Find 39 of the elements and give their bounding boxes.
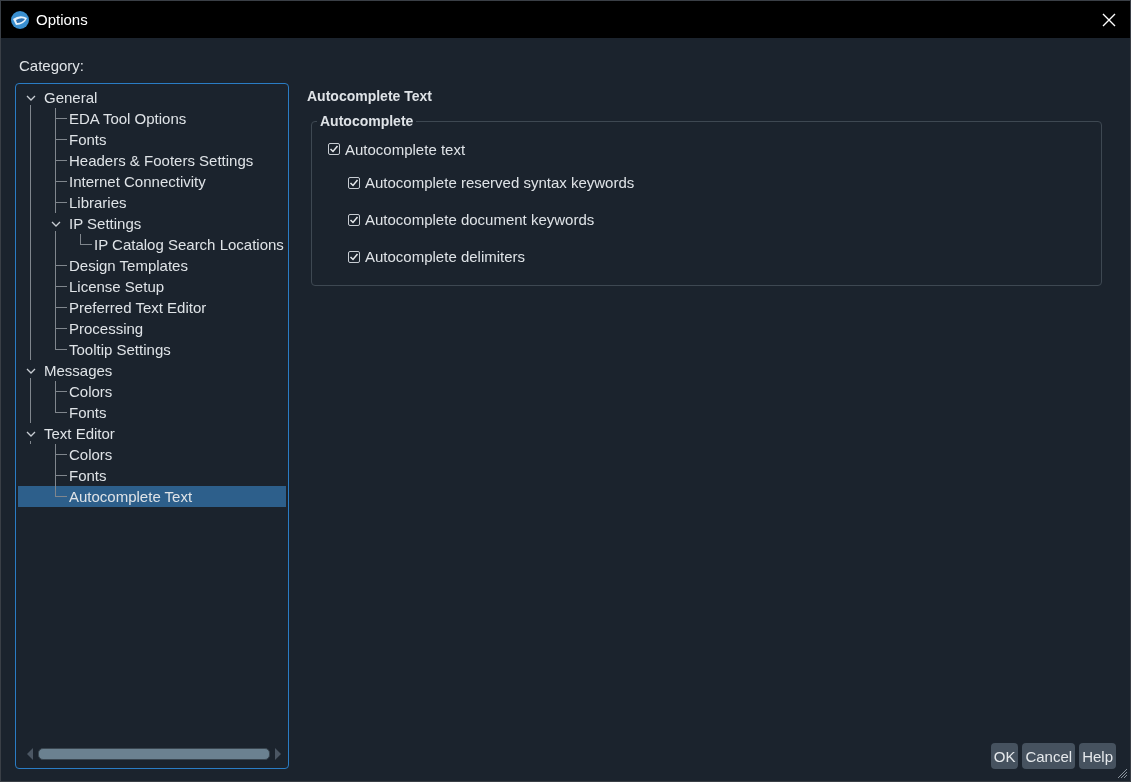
tree-item[interactable]: Libraries [18, 192, 286, 213]
page-title: Autocomplete Text [307, 88, 433, 104]
tree-item[interactable]: Colors [18, 444, 286, 465]
tree-item[interactable]: Autocomplete Text [18, 486, 286, 507]
tree-item[interactable]: Internet Connectivity [18, 171, 286, 192]
checkbox-option[interactable]: Autocomplete reserved syntax keywords [348, 174, 635, 191]
tree-item[interactable]: General [18, 87, 286, 108]
tree-item[interactable]: Fonts [18, 402, 286, 423]
checkbox[interactable] [348, 250, 360, 263]
tree-item[interactable]: Tooltip Settings [18, 339, 286, 360]
scrollbar-thumb[interactable] [38, 748, 270, 760]
tree-item[interactable]: IP Catalog Search Locations [18, 234, 286, 255]
tree-item[interactable]: Fonts [18, 465, 286, 486]
checkbox[interactable] [348, 176, 360, 189]
tree-item[interactable]: Processing [18, 318, 286, 339]
tree-item[interactable]: Fonts [18, 129, 286, 150]
tree-item[interactable]: EDA Tool Options [18, 108, 286, 129]
app-logo-icon [10, 9, 30, 30]
checkbox-option[interactable]: Autocomplete delimiters [348, 248, 526, 265]
tree-item[interactable]: License Setup [18, 276, 286, 297]
tree-item[interactable]: Messages [18, 360, 286, 381]
resize-grip-icon[interactable] [1118, 769, 1128, 779]
tree-item[interactable]: Headers & Footers Settings [18, 150, 286, 171]
checkbox-option[interactable]: Autocomplete text [328, 140, 466, 158]
close-icon[interactable] [1102, 12, 1116, 27]
tree-item[interactable]: Text Editor [18, 423, 286, 444]
checkbox-option[interactable]: Autocomplete document keywords [348, 211, 595, 228]
tree-item[interactable]: Design Templates [18, 255, 286, 276]
checkbox[interactable] [328, 143, 340, 155]
group-title: Autocomplete [317, 113, 417, 129]
tree-item[interactable]: Preferred Text Editor [18, 297, 286, 318]
category-label: Category: [19, 57, 86, 74]
tree-item[interactable]: IP Settings [18, 213, 286, 234]
checkbox[interactable] [348, 213, 360, 226]
dialog-button[interactable]: Help [1079, 743, 1116, 769]
window-title: Options [36, 11, 89, 28]
tree-item[interactable]: Colors [18, 381, 286, 402]
dialog-button[interactable]: Cancel [1022, 743, 1076, 769]
dialog-button[interactable]: OK [990, 743, 1019, 769]
